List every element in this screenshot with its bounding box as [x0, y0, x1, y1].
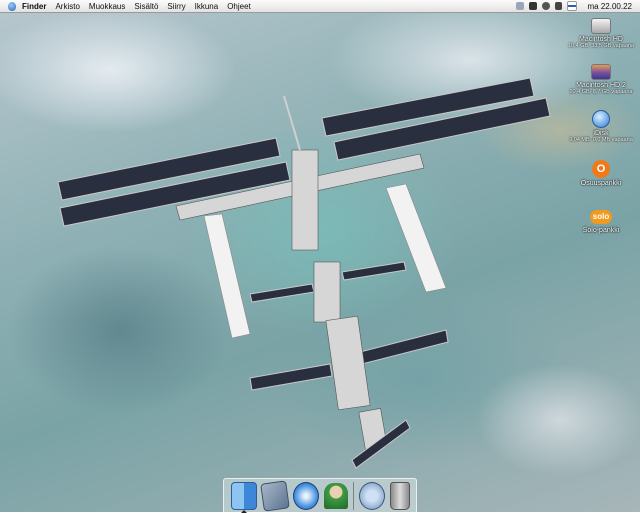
menu-ikkuna[interactable]: Ikkuna	[195, 2, 219, 11]
desktop-icon-label: iDisk	[593, 130, 609, 137]
osuuspankki-icon: O	[592, 160, 610, 178]
desktop-icon-info: 20,4 GB, 8,7 GB vapaana	[569, 89, 633, 95]
dock	[223, 478, 417, 513]
script-menu-icon[interactable]	[515, 2, 524, 10]
dock-safari-icon[interactable]	[292, 481, 319, 510]
menu-bar: Finder Arkisto Muokkaus Sisältö Siirry I…	[0, 0, 640, 13]
dock-ichat-icon[interactable]	[323, 482, 348, 509]
menu-finder[interactable]: Finder	[22, 2, 46, 11]
volume-icon[interactable]	[554, 2, 562, 10]
desktop-icon-label: Macintosh HD	[579, 36, 623, 43]
desktop-background	[0, 0, 640, 512]
iss-wallpaper-image	[57, 77, 551, 469]
dock-finder-icon[interactable]	[230, 481, 257, 513]
desktop-icon-osuuspankki[interactable]: O Osuuspankki	[566, 160, 636, 187]
dock-separator	[352, 481, 354, 510]
desktop-icon-idisk[interactable]: iDisk 9,04 MB, 0,0 MB vapaana	[566, 110, 636, 144]
hard-disk-icon	[591, 18, 611, 34]
dock-trash-icon[interactable]	[389, 481, 410, 510]
menu-arkisto[interactable]: Arkisto	[55, 2, 79, 11]
desktop-icon-info: 9,04 MB, 0,0 MB vapaana	[569, 137, 633, 143]
desktop-icon-solo-pankki[interactable]: solo Solo-pankki	[566, 210, 636, 234]
menu-sisalto[interactable]: Sisältö	[134, 2, 158, 11]
desktop-icon-info: 10,4 GB, 33,5 GB vapaana	[567, 43, 635, 49]
dock-mail-icon[interactable]	[259, 479, 290, 512]
menu-muokkaus[interactable]: Muokkaus	[89, 2, 125, 11]
menu-ohjeet[interactable]: Ohjeet	[227, 2, 251, 11]
sync-icon[interactable]	[541, 2, 550, 10]
menu-siirry[interactable]: Siirry	[167, 2, 185, 11]
apple-icon[interactable]	[8, 1, 16, 11]
desktop-icon-label: Osuuspankki	[580, 180, 622, 187]
desktop-icon-macintosh-hd-2[interactable]: Macintosh HD 2 20,4 GB, 8,7 GB vapaana	[566, 64, 636, 96]
solo-icon: solo	[590, 210, 612, 224]
desktop-icon-macintosh-hd[interactable]: Macintosh HD 10,4 GB, 33,5 GB vapaana	[566, 18, 636, 50]
dock-system-preferences-icon[interactable]	[358, 481, 385, 510]
menu-clock[interactable]: ma 22.00.22	[588, 2, 632, 11]
idisk-icon	[592, 110, 610, 128]
hard-disk-icon	[591, 64, 611, 80]
desktop-icon-label: Macintosh HD 2	[576, 82, 626, 89]
desktop-icon-label: Solo-pankki	[582, 227, 620, 234]
menu-extras: ma 22.00.22	[515, 0, 632, 12]
finnish-flag-icon[interactable]	[566, 1, 577, 11]
bluetooth-icon[interactable]	[528, 2, 537, 10]
